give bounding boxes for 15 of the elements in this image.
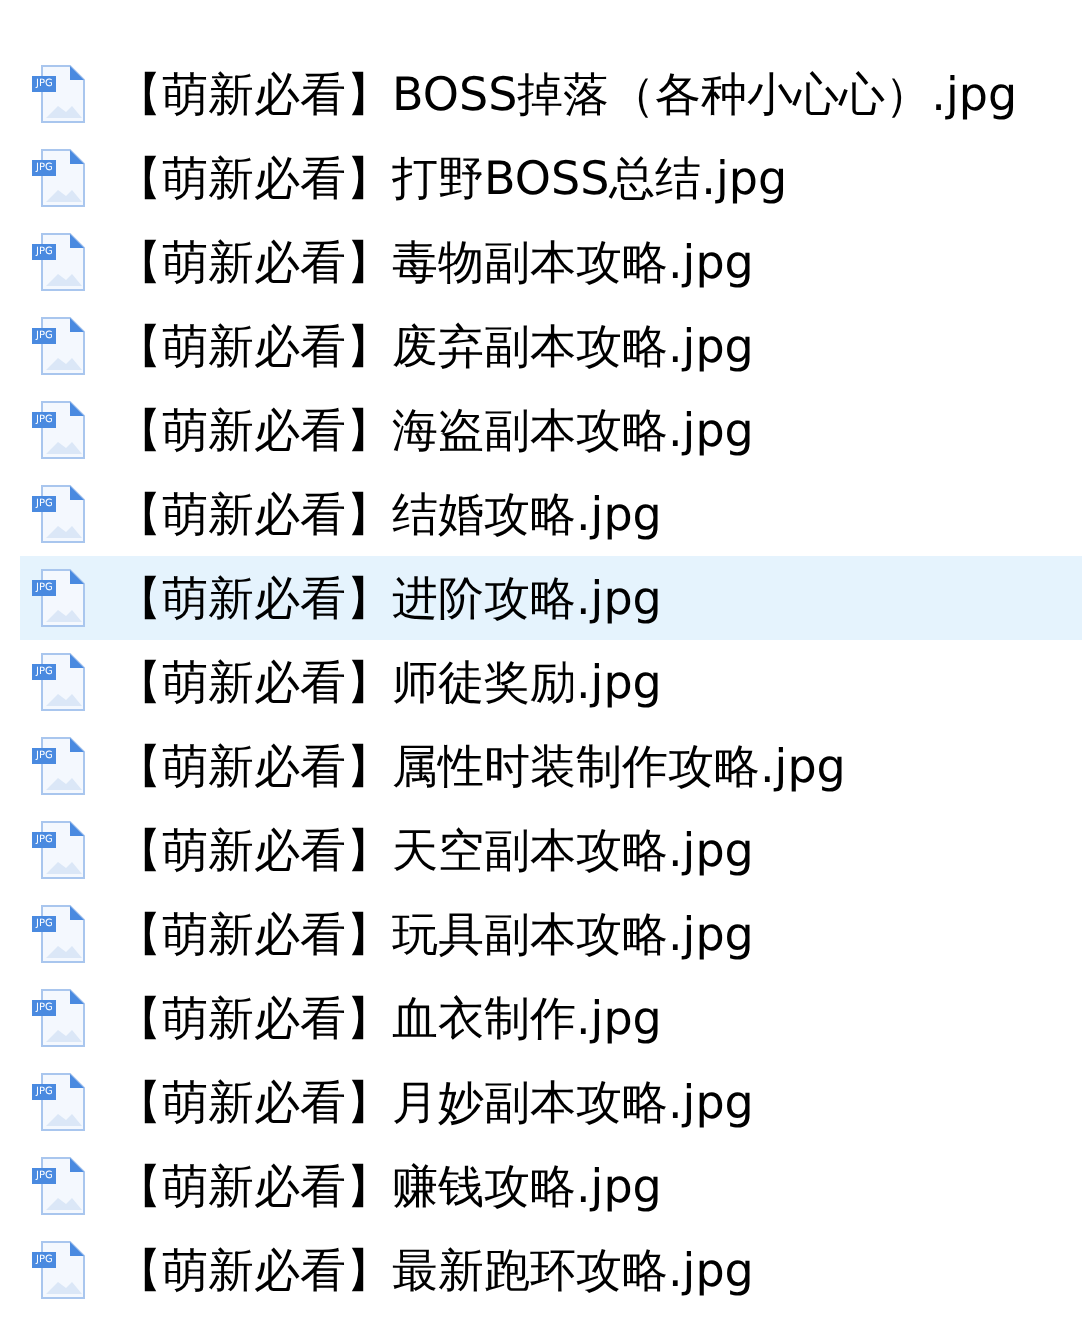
file-name: 【萌新必看】海盗副本攻略.jpg bbox=[116, 403, 754, 461]
file-name: 【萌新必看】属性时装制作攻略.jpg bbox=[116, 739, 846, 797]
file-name: 【萌新必看】结婚攻略.jpg bbox=[116, 487, 662, 545]
file-name: 【萌新必看】BOSS掉落（各种小心心）.jpg bbox=[116, 67, 1018, 125]
file-name: 【萌新必看】赚钱攻略.jpg bbox=[116, 1159, 662, 1217]
file-name: 【萌新必看】进阶攻略.jpg bbox=[116, 571, 662, 629]
file-name: 【萌新必看】血衣制作.jpg bbox=[116, 991, 662, 1049]
file-name: 【萌新必看】打野BOSS总结.jpg bbox=[116, 151, 788, 209]
file-name: 【萌新必看】师徒奖励.jpg bbox=[116, 655, 662, 713]
file-name: 【萌新必看】天空副本攻略.jpg bbox=[116, 823, 754, 881]
file-name: 【萌新必看】废弃副本攻略.jpg bbox=[116, 319, 754, 377]
file-name: 【萌新必看】月妙副本攻略.jpg bbox=[116, 1075, 754, 1133]
file-name: 【萌新必看】玩具副本攻略.jpg bbox=[116, 907, 754, 965]
file-name: 【萌新必看】最新跑环攻略.jpg bbox=[116, 1243, 754, 1301]
file-name: 【萌新必看】毒物副本攻略.jpg bbox=[116, 235, 754, 293]
